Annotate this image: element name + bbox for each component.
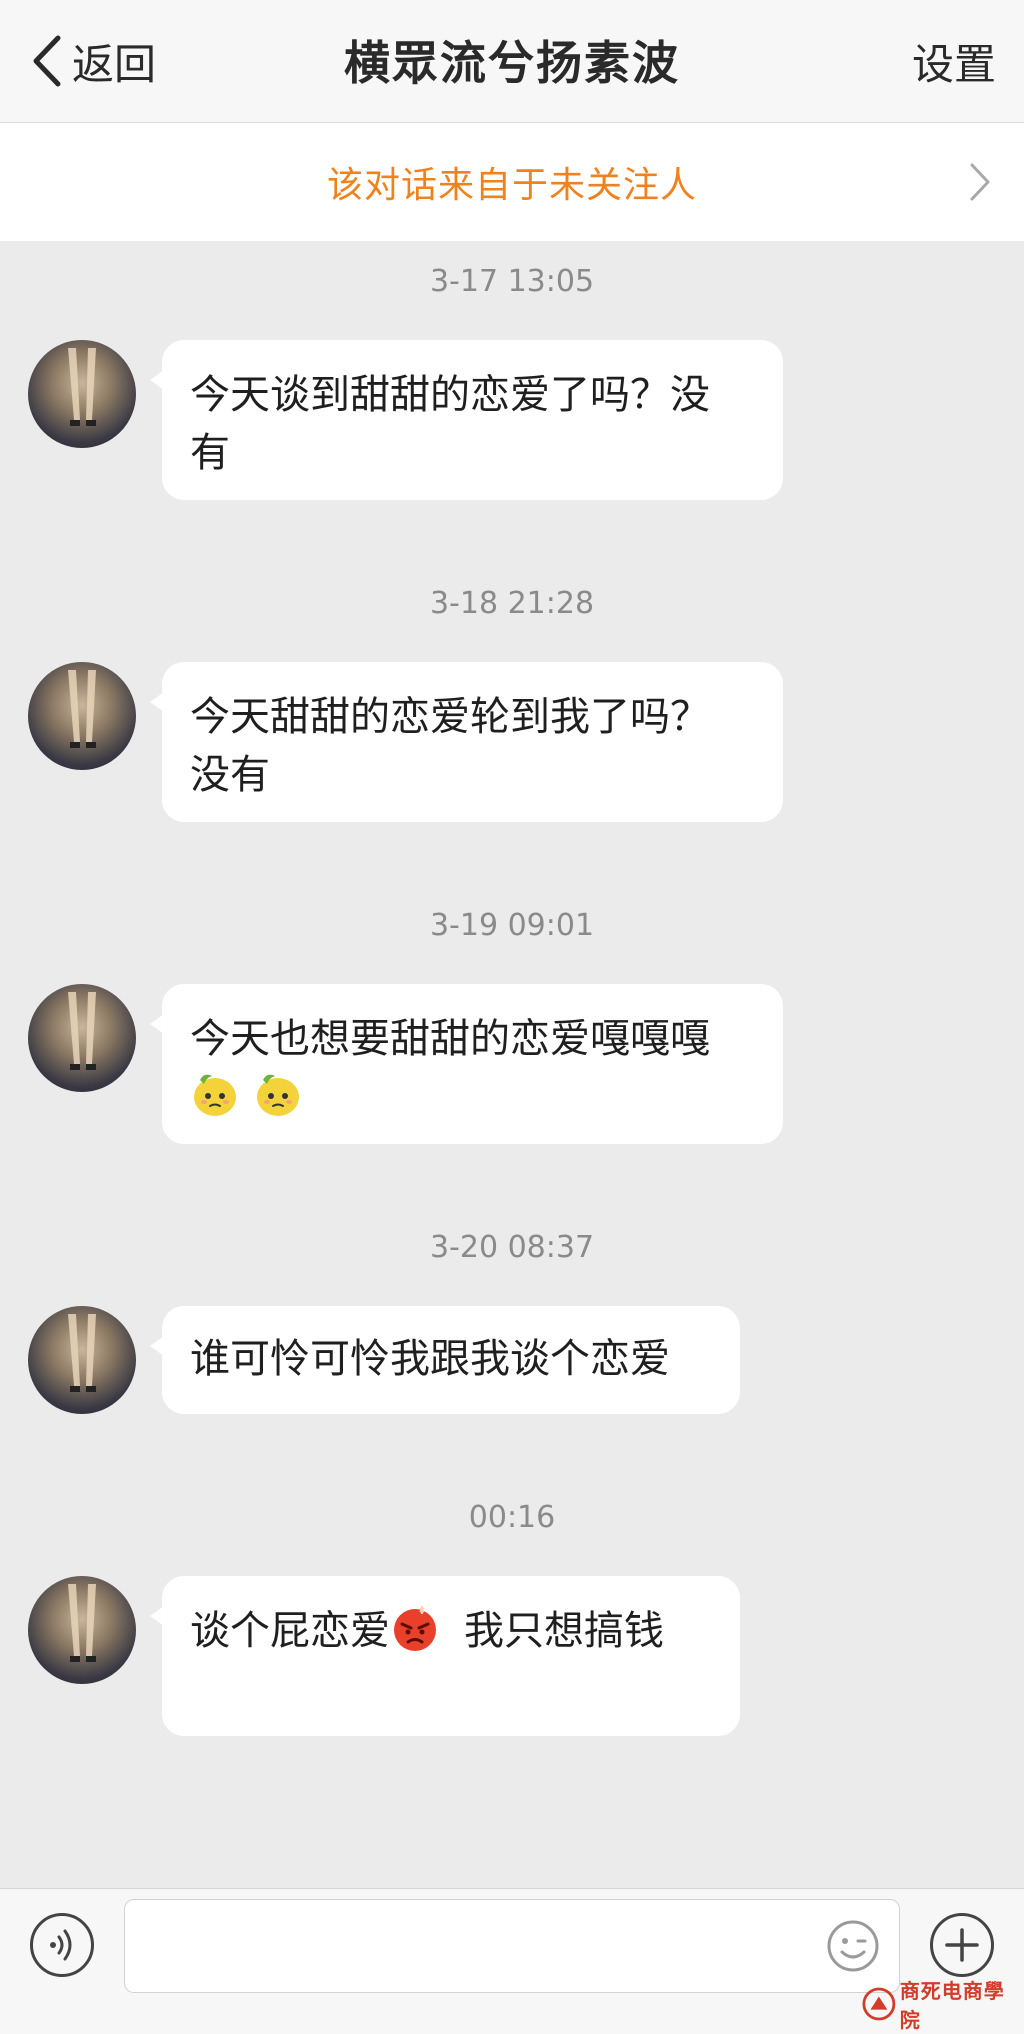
message-text: 谈个屁恋爱	[190, 1608, 390, 1654]
chevron-left-icon	[33, 35, 61, 87]
message-bubble[interactable]: 今天也想要甜甜的恋爱嘎嘎嘎	[150, 984, 783, 1144]
message-timestamp: 3-19 09:01	[429, 908, 595, 943]
watermark-seal-icon	[862, 1987, 896, 2021]
chevron-right-icon	[970, 163, 990, 201]
avatar[interactable]	[28, 1306, 136, 1414]
message-input[interactable]	[124, 1899, 900, 1993]
emoji-face-icon[interactable]	[826, 1919, 880, 1973]
back-button[interactable]: 返回	[30, 30, 156, 92]
nav-header: 返回 横眾流兮扬素波 设置	[0, 0, 1024, 123]
message-timestamp: 3-20 08:37	[429, 1230, 595, 1265]
message-timestamp: 00:16	[468, 1500, 556, 1535]
message-text: 谁可怜可怜我跟我谈个恋爱	[190, 1336, 670, 1382]
watermark-logo: 商死电商學院	[862, 1979, 1018, 2032]
message-bubble[interactable]: 谈个屁恋爱 我只想搞钱	[150, 1576, 740, 1736]
voice-icon	[50, 1929, 72, 1961]
message-text: 今天也想要甜甜的恋爱嘎嘎嘎	[190, 1016, 710, 1062]
stranger-banner-text: 该对话来自于未关注人	[326, 165, 697, 206]
lemon-face-emoji-icon	[256, 1074, 299, 1116]
message-text: 没有	[190, 752, 270, 798]
message-bubble[interactable]: 今天谈到甜甜的恋爱了吗？没 有	[150, 340, 783, 500]
message-text: 有	[190, 430, 230, 476]
message-timestamp: 3-17 13:05	[429, 264, 595, 299]
message-text: 今天甜甜的恋爱轮到我了吗？	[190, 694, 710, 740]
message-bubble[interactable]: 今天甜甜的恋爱轮到我了吗？ 没有	[150, 662, 783, 822]
lemon-face-emoji-icon	[194, 1074, 236, 1116]
voice-button[interactable]	[30, 1913, 94, 1977]
message-timestamp: 3-18 21:28	[429, 586, 595, 621]
page-title: 横眾流兮扬素波	[344, 36, 680, 90]
message-text: 我只想搞钱	[464, 1608, 664, 1654]
angry-face-emoji-icon	[394, 1606, 436, 1651]
add-button[interactable]	[930, 1913, 994, 1977]
watermark-text: 商死电商學院	[899, 1979, 1005, 2032]
avatar[interactable]	[28, 340, 136, 448]
back-label: 返回	[72, 39, 157, 89]
settings-button[interactable]: 设置	[912, 34, 996, 96]
stranger-banner[interactable]: 该对话来自于未关注人	[0, 123, 1024, 241]
avatar[interactable]	[28, 662, 136, 770]
message-text: 今天谈到甜甜的恋爱了吗？没	[190, 372, 710, 418]
avatar[interactable]	[28, 1576, 136, 1684]
avatar[interactable]	[28, 984, 136, 1092]
message-bubble[interactable]: 谁可怜可怜我跟我谈个恋爱	[150, 1306, 740, 1414]
plus-icon	[945, 1928, 979, 1962]
